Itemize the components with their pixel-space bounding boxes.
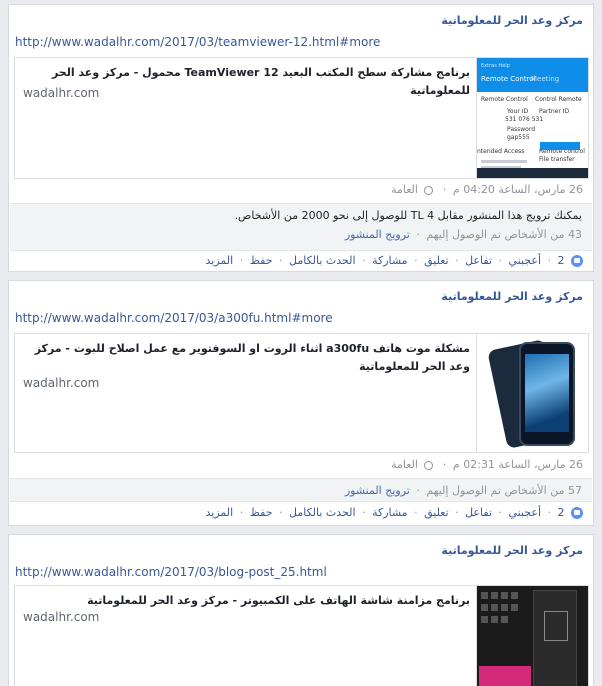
boost-panel: 57 من الأشخاص تم الوصول إليهم · ترويج ال…	[10, 478, 592, 502]
link-preview[interactable]: برنامج مزامنة شاشة الهاتف على الكمبيوتر …	[14, 585, 589, 686]
reach-count[interactable]: 43 من الأشخاص تم الوصول إليهم	[426, 228, 582, 241]
full-story-button[interactable]: الحدث بالكامل	[289, 506, 356, 519]
react-button[interactable]: تفاعل	[465, 506, 492, 519]
post-card: مركز وعد الحر للمعلوماتية http://www.wad…	[8, 534, 594, 686]
page-name-link[interactable]: مركز وعد الحر للمعلوماتية	[441, 14, 583, 27]
post-card: مركز وعد الحر للمعلوماتية http://www.wad…	[8, 280, 594, 526]
link-domain: wadalhr.com	[23, 376, 100, 390]
save-button[interactable]: حفظ	[250, 506, 273, 519]
thumbnail-banner	[479, 666, 531, 686]
thumbnail-body: Remote Control Control Remote Your ID Pa…	[477, 92, 588, 178]
reach-row: 57 من الأشخاص تم الوصول إليهم · ترويج ال…	[344, 484, 582, 497]
react-button[interactable]: تفاعل	[465, 254, 492, 267]
reach-row: 43 من الأشخاص تم الوصول إليهم · ترويج ال…	[344, 228, 582, 241]
post-url-link[interactable]: http://www.wadalhr.com/2017/03/a300fu.ht…	[15, 311, 333, 325]
audience-label[interactable]: العامة	[391, 458, 418, 471]
like-count[interactable]: 2	[558, 254, 565, 267]
comment-button[interactable]: تعليق	[424, 254, 449, 267]
thumbnail-connect-button	[540, 142, 580, 150]
boost-post-link[interactable]: ترويج المنشور	[345, 228, 410, 241]
link-domain: wadalhr.com	[23, 86, 100, 100]
thumbnail-header: Extras Help Remote Control Meeting	[477, 58, 588, 92]
like-reaction-icon[interactable]	[571, 507, 583, 519]
like-button[interactable]: أعجبني	[508, 254, 541, 267]
post-card: مركز وعد الحر للمعلوماتية http://www.wad…	[8, 4, 594, 272]
post-url-link[interactable]: http://www.wadalhr.com/2017/03/blog-post…	[15, 565, 327, 579]
page-name-link[interactable]: مركز وعد الحر للمعلوماتية	[441, 290, 583, 303]
share-button[interactable]: مشاركة	[372, 254, 408, 267]
comment-button[interactable]: تعليق	[424, 506, 449, 519]
post-actions: 2 · أعجبني · تفاعل · تعليق · مشاركة · ال…	[206, 506, 583, 519]
link-preview[interactable]: Extras Help Remote Control Meeting Remot…	[14, 57, 589, 179]
like-button[interactable]: أعجبني	[508, 506, 541, 519]
post-meta: 26 مارس، الساعة 04:20 م · العامة	[391, 183, 583, 196]
thumbnail-taskbar	[477, 168, 588, 178]
like-count[interactable]: 2	[558, 506, 565, 519]
globe-icon	[424, 185, 434, 195]
save-button[interactable]: حفظ	[250, 254, 273, 267]
post-meta: 26 مارس، الساعة 02:31 م · العامة	[391, 458, 583, 471]
teamviewer-thumbnail: Extras Help Remote Control Meeting Remot…	[476, 58, 588, 178]
boost-post-link[interactable]: ترويج المنشور	[345, 484, 410, 497]
audience-label[interactable]: العامة	[391, 183, 418, 196]
boost-panel: يمكنك ترويج هذا المنشور مقابل 4 TL للوصو…	[10, 203, 592, 251]
globe-icon	[424, 460, 434, 470]
more-button[interactable]: المزيد	[206, 254, 234, 267]
phone-mirror-panel	[533, 590, 577, 686]
full-story-button[interactable]: الحدث بالكامل	[289, 254, 356, 267]
reach-count[interactable]: 57 من الأشخاص تم الوصول إليهم	[426, 484, 582, 497]
post-date[interactable]: 26 مارس، الساعة 04:20 م	[453, 183, 583, 196]
post-date[interactable]: 26 مارس، الساعة 02:31 م	[453, 458, 583, 471]
more-button[interactable]: المزيد	[206, 506, 234, 519]
phone-front-image	[519, 342, 575, 446]
link-preview[interactable]: مشكلة موت هاتف a300fu اثناء الروت او الس…	[14, 333, 589, 453]
post-url-link[interactable]: http://www.wadalhr.com/2017/03/teamviewe…	[15, 35, 380, 49]
like-reaction-icon[interactable]	[571, 255, 583, 267]
link-title[interactable]: مشكلة موت هاتف a300fu اثناء الروت او الس…	[23, 340, 470, 376]
page-name-link[interactable]: مركز وعد الحر للمعلوماتية	[441, 544, 583, 557]
screen-sync-thumbnail	[476, 586, 588, 686]
boost-message: يمكنك ترويج هذا المنشور مقابل 4 TL للوصو…	[234, 209, 582, 222]
link-title[interactable]: برنامج مزامنة شاشة الهاتف على الكمبيوتر …	[23, 592, 470, 610]
link-domain: wadalhr.com	[23, 610, 100, 624]
phone-thumbnail	[476, 334, 588, 452]
post-actions: 2 · أعجبني · تفاعل · تعليق · مشاركة · ال…	[206, 254, 583, 267]
share-button[interactable]: مشاركة	[372, 506, 408, 519]
